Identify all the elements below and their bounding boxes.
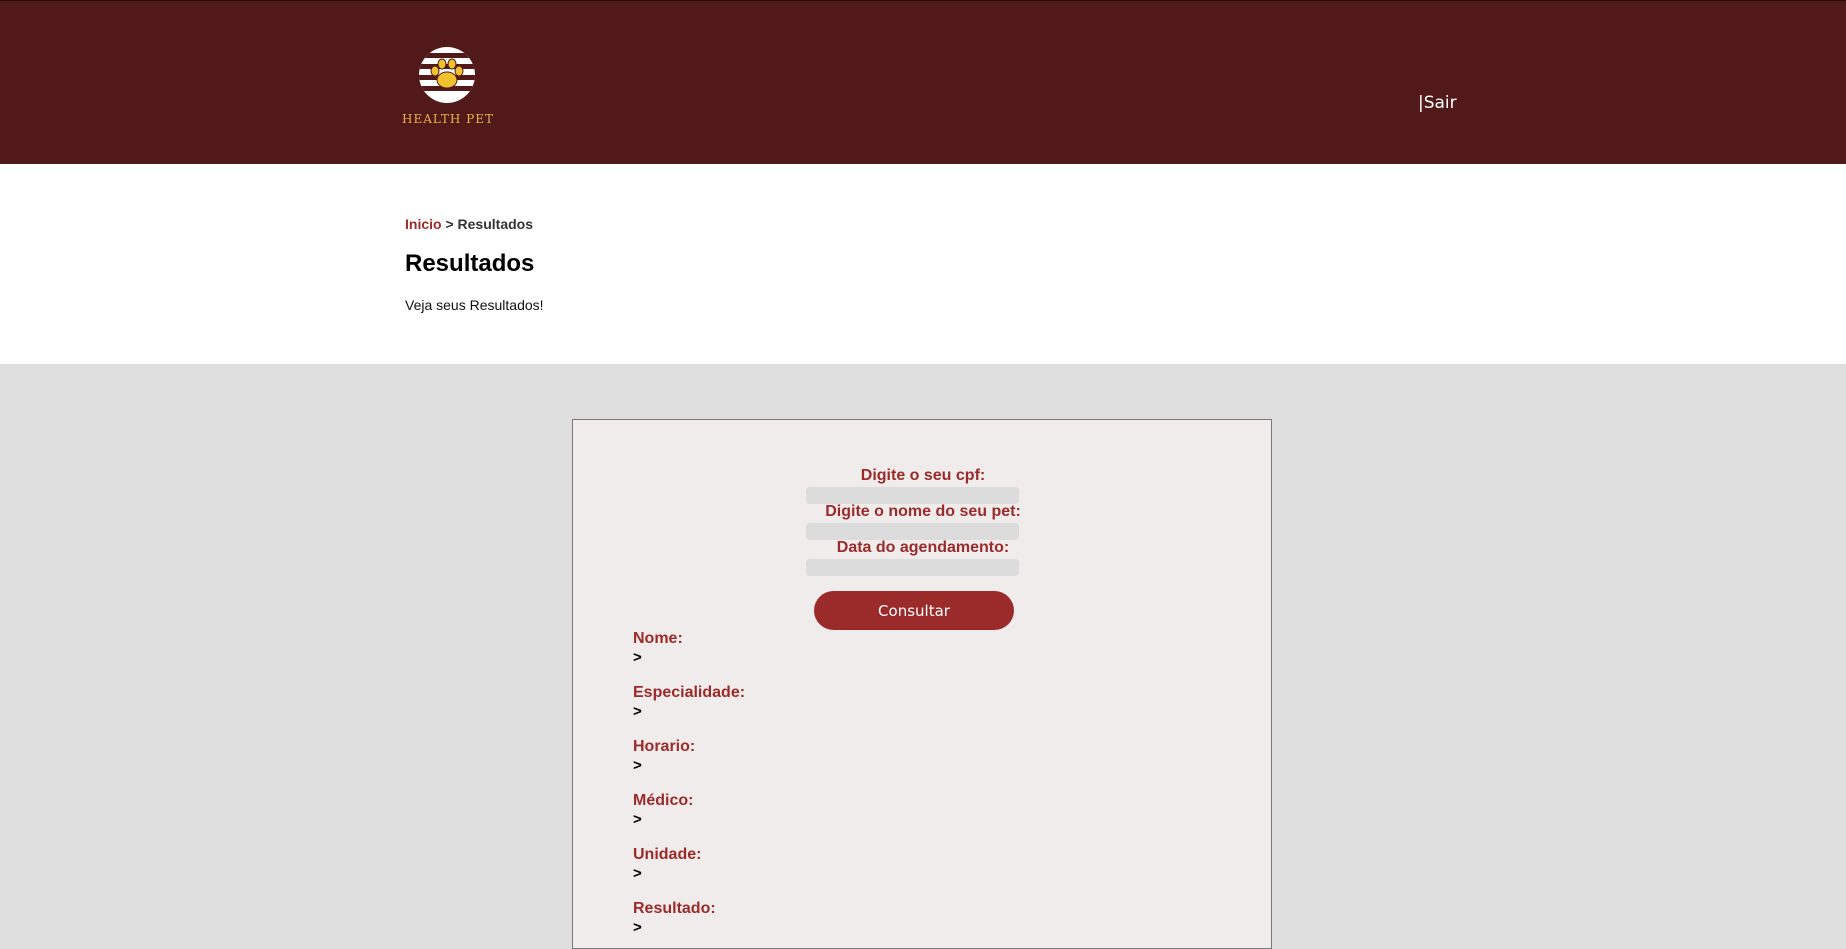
appointment-date-input[interactable] [806,559,1019,576]
result-medico-value: > [633,811,642,828]
page-title: Resultados [405,250,535,277]
pet-name-input[interactable] [806,523,1019,540]
result-unidade-value: > [633,865,642,882]
breadcrumb-separator: > [445,216,454,232]
breadcrumb: Inicio > Resultados [405,216,533,232]
appointment-date-label: Data do agendamento: [836,539,1010,556]
result-resultado-label: Resultado: [633,900,716,917]
result-horario-value: > [633,757,642,774]
result-especialidade-value: > [633,703,642,720]
logo-text: HEALTH PET [401,112,494,126]
cpf-label: Digite o seu cpf: [860,467,986,484]
paw-icon [419,47,475,103]
results-panel: Digite o seu cpf: Digite o nome do seu p… [572,419,1272,949]
result-especialidade-label: Especialidade: [633,684,746,701]
pet-name-label: Digite o nome do seu pet: [825,503,1021,520]
result-nome-label: Nome: [633,630,683,647]
consult-button[interactable]: Consultar [814,591,1014,630]
cpf-input[interactable] [806,487,1019,504]
breadcrumb-current: Resultados [457,216,533,232]
result-horario-label: Horario: [633,738,696,755]
result-medico-label: Médico: [633,792,694,809]
breadcrumb-home-link[interactable]: Inicio [405,216,442,232]
site-header: HEALTH PET |Sair [0,0,1846,164]
logo-link[interactable]: HEALTH PET [398,43,498,133]
result-unidade-label: Unidade: [633,846,702,863]
result-nome-value: > [633,649,642,666]
logout-link[interactable]: |Sair [1418,93,1457,113]
intro-section: Inicio > Resultados Resultados Veja seus… [0,164,1846,364]
page-subtitle: Veja seus Resultados! [405,297,544,313]
result-resultado-value: > [633,919,642,936]
